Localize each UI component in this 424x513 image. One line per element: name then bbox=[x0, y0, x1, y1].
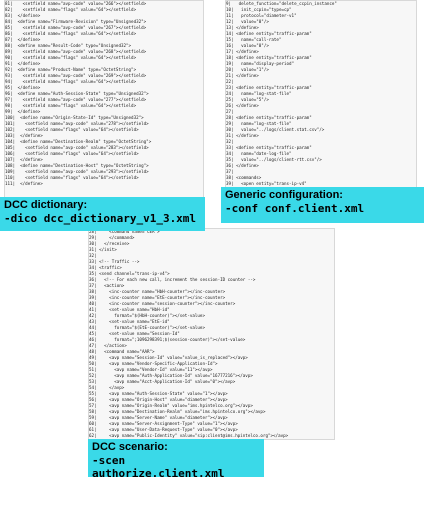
dictionary-callout-arg: -dico dcc_dictionary_v1_3.xml bbox=[4, 212, 197, 225]
config-callout: Generic configuration: -conf conf.client… bbox=[221, 187, 424, 223]
dictionary-callout-title: DCC dictionary: bbox=[4, 199, 88, 211]
config-callout-title: Generic configuration: bbox=[225, 189, 343, 201]
code-line: 111| </define> bbox=[5, 181, 43, 186]
scenario-callout-title: DCC scenario: bbox=[92, 441, 168, 453]
scenario-callout-arg: -scen authorize.client.xml bbox=[92, 454, 225, 480]
dictionary-callout: DCC dictionary: -dico dcc_dictionary_v1_… bbox=[0, 197, 205, 231]
config-code-panel: 9| delete_function="delete_ccpin_instanc… bbox=[225, 0, 417, 189]
dictionary-code-panel: 81| <setfield name="avp-code" value="266… bbox=[4, 0, 204, 199]
scenario-code-panel: 28| <command name="CEA"> 29| </command> 30… bbox=[88, 228, 335, 440]
scenario-callout: DCC scenario: -scen authorize.client.xml bbox=[88, 439, 264, 480]
config-callout-arg: -conf conf.client.xml bbox=[225, 202, 365, 215]
